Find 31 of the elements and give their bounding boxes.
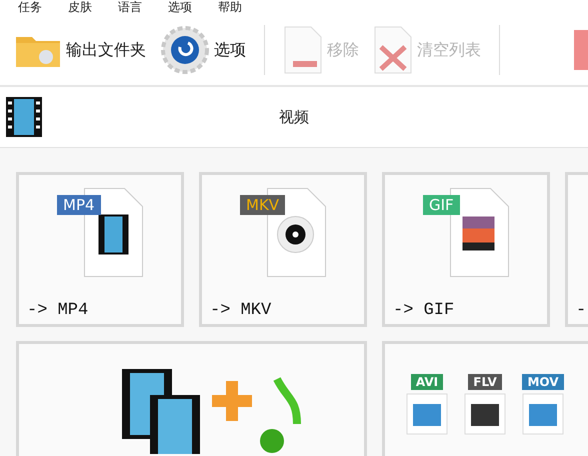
format-card[interactable]: MP4 -> MP4 <box>16 172 184 327</box>
format-tag: AVI <box>410 374 444 390</box>
format-card[interactable]: - <box>565 172 588 327</box>
menu-item[interactable]: 选项 <box>168 0 192 15</box>
tool-card[interactable] <box>16 341 367 456</box>
video-file-icon <box>405 392 449 436</box>
format-tag: MKV <box>240 195 286 215</box>
format-tag: FLV <box>468 374 502 390</box>
tool-card[interactable]: AVI FLV MOV <box>382 341 588 456</box>
format-label: -> MP4 <box>27 301 88 320</box>
document-minus-icon <box>283 25 323 75</box>
format-label: - <box>576 301 586 320</box>
toolbar-button[interactable]: 输出文件夹 <box>10 22 150 78</box>
video-file-icon <box>521 392 565 436</box>
menu-item[interactable]: 语言 <box>118 0 142 15</box>
menu-item[interactable]: 皮肤 <box>68 0 92 15</box>
category-title: 视频 <box>278 108 310 126</box>
document-x-icon <box>373 25 413 75</box>
video-file-icon <box>463 392 507 436</box>
gear-icon <box>160 25 210 75</box>
toolbar-button[interactable]: 选项 <box>156 22 250 78</box>
film-strip-icon <box>4 95 44 139</box>
menu-item[interactable]: 帮助 <box>218 0 242 15</box>
format-card[interactable]: MKV -> MKV <box>199 172 367 327</box>
format-tag: GIF <box>423 195 460 215</box>
format-label: -> MKV <box>210 301 272 320</box>
format-tag: MP4 <box>57 195 101 215</box>
menu-item[interactable]: 任务 <box>18 0 42 15</box>
format-tag: MOV <box>522 374 564 390</box>
format-label: -> GIF <box>393 301 454 320</box>
format-card[interactable]: GIF -> GIF <box>382 172 550 327</box>
